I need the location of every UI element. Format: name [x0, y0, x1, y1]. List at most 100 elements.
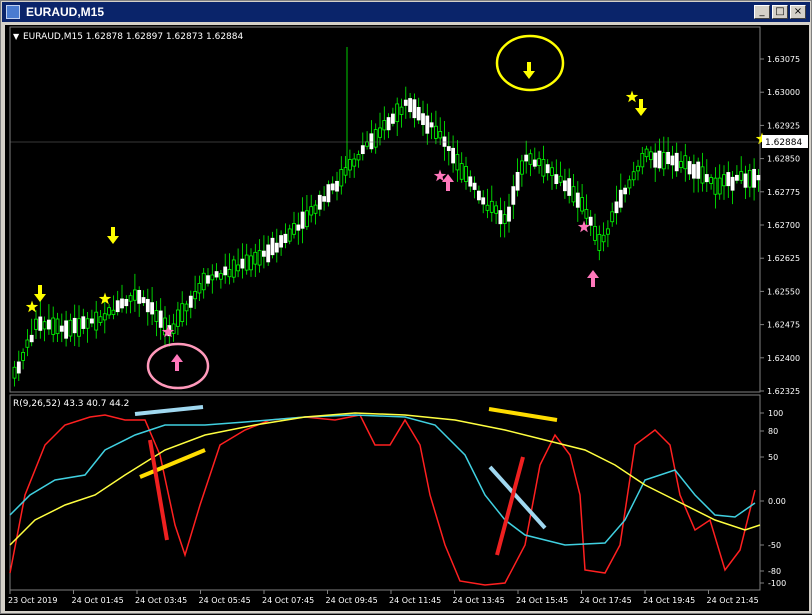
- candle-body: [145, 298, 150, 313]
- up-arrow-icon: [442, 174, 454, 191]
- candle-body: [408, 98, 413, 113]
- candle-body: [206, 275, 210, 284]
- down-arrow-icon: [107, 227, 119, 244]
- candle-body: [395, 103, 400, 123]
- price-tick-label: 1.62925: [767, 121, 800, 130]
- price-tick-label: 1.62550: [767, 287, 800, 296]
- candle-body: [528, 153, 533, 165]
- candle-body: [21, 352, 26, 361]
- candle-body: [446, 146, 451, 151]
- candle-body: [188, 295, 193, 308]
- candle-body: [653, 152, 658, 168]
- minimize-button[interactable]: _: [754, 5, 770, 19]
- candle-body: [249, 255, 253, 271]
- candle-body: [184, 303, 189, 312]
- price-tick-label: 1.62775: [767, 188, 800, 197]
- candle-body: [735, 174, 739, 181]
- title-bar[interactable]: EURAUD,M15 _ □ ×: [2, 2, 810, 22]
- candle-body: [322, 196, 327, 202]
- candle-body: [438, 131, 443, 139]
- candle-body: [51, 317, 56, 335]
- close-button[interactable]: ×: [790, 5, 806, 19]
- candle-body: [326, 184, 331, 203]
- price-tick-label: 1.62850: [767, 155, 800, 164]
- chart-window-icon: [6, 5, 20, 19]
- chart-canvas[interactable]: ▼ EURAUD,M15 1.62878 1.62897 1.62873 1.6…: [5, 25, 809, 611]
- down-arrow-icon: [523, 62, 535, 79]
- candle-body: [81, 316, 86, 329]
- level-tick-label: 50: [768, 453, 778, 462]
- candle-body: [756, 175, 761, 181]
- time-tick-label: 24 Oct 07:45: [262, 596, 314, 605]
- window-title: EURAUD,M15: [26, 5, 105, 19]
- annotation-trendline: [134, 405, 204, 416]
- candle-body: [455, 154, 460, 171]
- candle-body: [300, 211, 305, 229]
- annotation-trendline: [139, 448, 206, 479]
- level-tick-label: -80: [768, 567, 781, 576]
- candle-body: [752, 168, 756, 188]
- candle-body: [421, 113, 425, 125]
- candle-body: [696, 161, 701, 179]
- candle-body: [339, 169, 344, 187]
- indicator-plot-frame: [9, 394, 761, 591]
- annotation-trendline: [488, 407, 558, 422]
- candle-body: [386, 117, 391, 131]
- candle-body: [601, 234, 606, 243]
- drawn-annotations: [134, 405, 558, 556]
- up-arrow-icon: [171, 354, 183, 371]
- candle-body: [700, 166, 705, 184]
- candle-body: [563, 180, 567, 192]
- level-tick-label: -100: [768, 579, 786, 588]
- candle-body: [429, 122, 434, 128]
- candle-body: [541, 159, 546, 177]
- candle-body: [532, 159, 537, 167]
- candle-body: [257, 250, 262, 266]
- time-tick-label: 24 Oct 01:45: [72, 596, 124, 605]
- candle-body: [197, 283, 202, 294]
- candle-body: [588, 216, 593, 226]
- candle-body: [201, 272, 206, 291]
- candle-body: [571, 186, 576, 203]
- price-tick-label: 1.63075: [767, 55, 800, 64]
- candle-body: [231, 259, 236, 278]
- level-tick-label: 80: [768, 427, 778, 436]
- candle-body: [270, 237, 275, 256]
- candle-body: [614, 201, 619, 214]
- chart-window: EURAUD,M15 _ □ × ▼ EURAUD,M15 1.62878 1.…: [0, 0, 812, 614]
- candle-body: [90, 318, 94, 324]
- candle-body: [38, 316, 43, 331]
- candle-body: [399, 106, 404, 115]
- candle-body: [292, 223, 296, 235]
- maximize-button[interactable]: □: [772, 5, 788, 19]
- chart-svg[interactable]: ▼ EURAUD,M15 1.62878 1.62897 1.62873 1.6…: [5, 25, 809, 611]
- time-tick-label: 24 Oct 21:45: [707, 596, 759, 605]
- candle-body: [266, 244, 271, 263]
- level-tick-label: -50: [768, 541, 781, 550]
- candle-body: [369, 133, 374, 150]
- candle-body: [606, 228, 610, 235]
- candle-body: [451, 147, 456, 164]
- time-tick-label: 24 Oct 11:45: [389, 596, 441, 605]
- candle-body: [16, 361, 21, 374]
- symbol-marker[interactable]: ▼: [13, 32, 20, 41]
- indicator-lines: [9, 412, 761, 586]
- candle-body: [352, 158, 357, 167]
- price-tick-label: 1.62700: [767, 221, 800, 230]
- candle-body: [59, 325, 64, 332]
- time-axis: 23 Oct 2019 24 Oct 01:45 24 Oct 03:45 24 Oc…: [8, 590, 759, 605]
- candle-body: [459, 163, 464, 180]
- candle-body: [137, 289, 142, 304]
- candle-body: [193, 291, 198, 300]
- candle-body: [115, 300, 120, 313]
- candle-body: [597, 233, 602, 251]
- candle-body: [524, 154, 529, 162]
- candle-body: [360, 145, 365, 155]
- candle-body: [580, 197, 584, 212]
- time-tick-label: 24 Oct 09:45: [326, 596, 378, 605]
- candle-body: [687, 161, 692, 175]
- candle-body: [120, 298, 124, 309]
- candle-body: [636, 165, 640, 172]
- candle-body: [515, 171, 520, 191]
- candle-body: [150, 302, 155, 315]
